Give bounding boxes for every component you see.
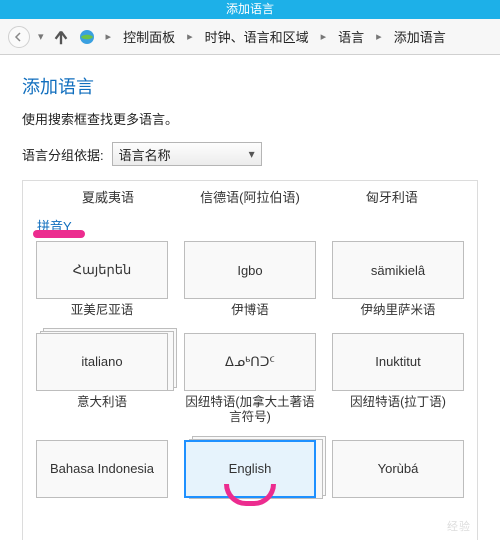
language-cell: Igbo 伊博语: [183, 241, 317, 329]
language-cell: italiano 意大利语: [35, 333, 169, 436]
language-list: 夏威夷语 信德语(阿拉伯语) 匈牙利语 拼音Y Հայերեն 亚美尼亚语 Igbo…: [22, 180, 478, 540]
address-bar: ▾ ▸ 控制面板 ▸ 时钟、语言和区域 ▸ 语言 ▸ 添加语言: [0, 19, 500, 55]
breadcrumb-language[interactable]: 语言: [334, 25, 368, 48]
up-button[interactable]: [52, 28, 70, 46]
language-native-name: Inuktitut: [375, 354, 421, 369]
caption-hungarian: 匈牙利语: [366, 187, 418, 206]
language-tile[interactable]: ᐃᓄᒃᑎᑐᑦ: [184, 333, 316, 391]
language-cell: Yorùbá: [331, 440, 465, 512]
language-cell: Bahasa Indonesia: [35, 440, 169, 512]
section-header-pinyin-y: 拼音Y: [37, 216, 465, 235]
language-tile[interactable]: Yorùbá: [332, 440, 464, 498]
annotation-underline: [33, 230, 85, 238]
content-pane: 添加语言 使用搜索框查找更多语言。 语言分组依据: 语言名称 夏威夷语 信德语(…: [0, 55, 500, 540]
language-caption: 意大利语: [77, 395, 127, 411]
language-cell: English: [183, 440, 317, 512]
language-cell: ᐃᓄᒃᑎᑐᑦ 因纽特语(加拿大土著语言符号): [183, 333, 317, 436]
breadcrumb-control-panel[interactable]: 控制面板: [119, 25, 179, 48]
region-globe-icon: [76, 26, 98, 48]
language-grid: Հայերեն 亚美尼亚语 Igbo 伊博语 sämikielâ 伊纳里萨米语 italia…: [35, 241, 465, 512]
arrow-left-icon: [14, 32, 24, 42]
language-tile[interactable]: English: [184, 440, 316, 498]
group-by-select[interactable]: 语言名称: [112, 142, 262, 166]
language-native-name: Igbo: [237, 263, 262, 278]
chevron-right-icon: ▸: [104, 30, 114, 43]
arrow-up-icon: [52, 28, 70, 46]
language-caption: 伊纳里萨米语: [360, 303, 435, 319]
watermark-text: 经验: [447, 518, 471, 534]
language-native-name: Bahasa Indonesia: [50, 461, 154, 476]
language-native-name: Yorùbá: [378, 461, 419, 476]
caption-sindhi-arabic: 信德语(阿拉伯语): [200, 187, 300, 206]
language-tile[interactable]: Հայերեն: [36, 241, 168, 299]
language-native-name: English: [229, 461, 272, 476]
language-tile[interactable]: Igbo: [184, 241, 316, 299]
annotation-circle: [224, 484, 276, 506]
page-title: 添加语言: [22, 73, 478, 99]
language-caption: 亚美尼亚语: [71, 303, 134, 319]
history-dropdown[interactable]: ▾: [36, 30, 46, 43]
language-native-name: italiano: [81, 354, 122, 369]
language-caption: 因纽特语(拉丁语): [350, 395, 446, 411]
chevron-right-icon: ▸: [319, 30, 329, 43]
group-by-value: 语言名称: [119, 145, 171, 164]
language-native-name: Հայերեն: [73, 262, 131, 278]
chevron-right-icon: ▸: [185, 30, 195, 43]
group-by-label: 语言分组依据:: [22, 145, 104, 164]
language-cell: sämikielâ 伊纳里萨米语: [331, 241, 465, 329]
language-native-name: sämikielâ: [371, 263, 425, 278]
caption-hawaiian: 夏威夷语: [82, 187, 134, 206]
language-caption: 伊博语: [231, 303, 269, 319]
language-tile[interactable]: italiano: [36, 333, 168, 391]
breadcrumb-clock-language-region[interactable]: 时钟、语言和区域: [201, 25, 313, 48]
group-by-row: 语言分组依据: 语言名称: [22, 142, 478, 166]
language-tile[interactable]: sämikielâ: [332, 241, 464, 299]
language-tile[interactable]: Bahasa Indonesia: [36, 440, 168, 498]
back-button[interactable]: [8, 26, 30, 48]
language-caption: 因纽特语(加拿大土著语言符号): [183, 395, 317, 426]
language-native-name: ᐃᓄᒃᑎᑐᑦ: [225, 354, 275, 370]
language-tile[interactable]: Inuktitut: [332, 333, 464, 391]
help-text: 使用搜索框查找更多语言。: [22, 109, 478, 128]
language-cell: Inuktitut 因纽特语(拉丁语): [331, 333, 465, 436]
previous-section-captions: 夏威夷语 信德语(阿拉伯语) 匈牙利语: [35, 187, 465, 206]
chevron-right-icon: ▸: [374, 30, 384, 43]
window-title: 添加语言: [0, 0, 500, 16]
window-titlebar: 添加语言: [0, 0, 500, 19]
breadcrumb-add-language[interactable]: 添加语言: [390, 25, 450, 48]
language-cell: Հայերեն 亚美尼亚语: [35, 241, 169, 329]
